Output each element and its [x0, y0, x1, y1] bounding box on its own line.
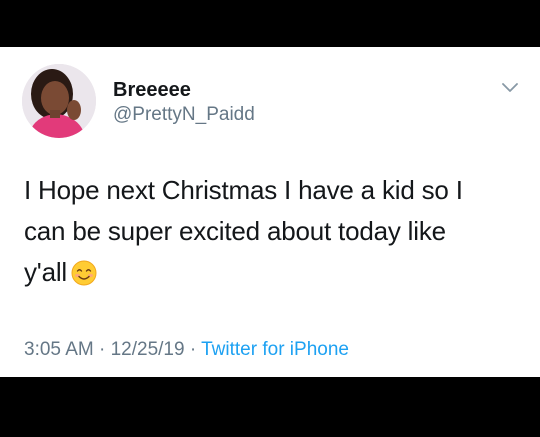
tweet-text-line-content: y'all: [24, 257, 67, 287]
tweet-text-line: I Hope next Christmas I have a kid so I: [24, 175, 463, 205]
tweet-text-line-content: can be super excited about today like: [24, 216, 446, 246]
chevron-down-icon[interactable]: [501, 81, 519, 93]
tweet-source-link[interactable]: Twitter for iPhone: [201, 339, 349, 360]
avatar-photo: [22, 64, 96, 138]
meta-separator: ·: [189, 339, 197, 360]
tweet-card: Breeeee @PrettyN_Paidd I Hope next Chris…: [0, 47, 540, 377]
display-name[interactable]: Breeeee: [113, 79, 191, 101]
meta-separator: ·: [99, 339, 106, 360]
tweet-text-line: y'all: [24, 252, 524, 293]
tweet-time[interactable]: 3:05 AM: [24, 339, 94, 360]
smiling-face-emoji-icon: [71, 260, 97, 286]
tweet-text: I Hope next Christmas I have a kid so I …: [24, 170, 524, 293]
tweet-text-line: can be super excited about today like: [24, 211, 524, 252]
tweet-meta: 3:05 AM · 12/25/19 · Twitter for iPhone: [24, 339, 349, 361]
avatar[interactable]: [22, 64, 96, 138]
tweet-date[interactable]: 12/25/19: [111, 339, 185, 360]
user-handle[interactable]: @PrettyN_Paidd: [113, 104, 255, 126]
screenshot-frame: Breeeee @PrettyN_Paidd I Hope next Chris…: [0, 0, 540, 437]
